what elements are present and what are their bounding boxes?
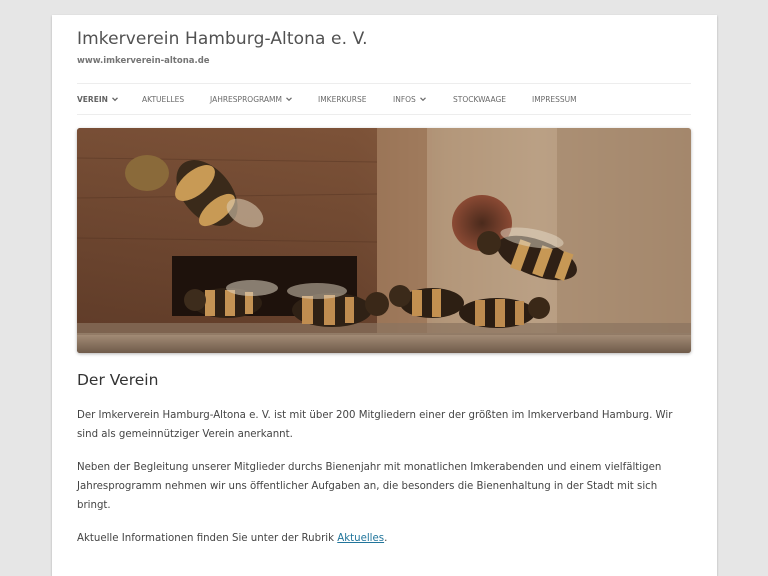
chevron-down-icon	[286, 97, 292, 102]
nav-item-infos[interactable]: Infos	[393, 84, 427, 114]
nav-item-label: Infos	[393, 94, 416, 104]
nav-item-imkerkurse[interactable]: Imkerkurse	[318, 84, 366, 114]
nav-item-label: Impressum	[532, 94, 577, 104]
aktuelles-link[interactable]: Aktuelles	[337, 533, 384, 544]
site-description: www.imkerverein-altona.de	[77, 56, 210, 66]
header-image	[77, 128, 691, 353]
bees-photo-icon	[77, 128, 691, 353]
paragraph-text: Aktuelle Informationen finden Sie unter …	[77, 533, 338, 544]
chevron-down-icon	[419, 97, 426, 102]
nav-item-stockwaage[interactable]: Stockwaage	[453, 84, 506, 114]
page-container: Imkerverein Hamburg-Altona e. V. www.imk…	[52, 15, 717, 576]
paragraph-text: .	[384, 533, 388, 544]
nav-item-label: Jahresprogramm	[210, 94, 282, 104]
entry-content: Der Imkerverein Hamburg-Altona e. V. ist…	[77, 406, 691, 562]
nav-item-label: Verein	[77, 94, 108, 104]
paragraph: Der Imkerverein Hamburg-Altona e. V. ist…	[77, 410, 673, 440]
nav-item-impressum[interactable]: Impressum	[532, 84, 577, 114]
nav-item-aktuelles[interactable]: Aktuelles	[142, 84, 184, 114]
nav-item-label: Aktuelles	[142, 94, 185, 104]
main-navigation: Verein Aktuelles Jahresprogramm Imkerkur…	[77, 83, 691, 115]
nav-item-label: Imkerkurse	[318, 94, 367, 104]
nav-item-verein[interactable]: Verein	[77, 84, 119, 114]
site-title[interactable]: Imkerverein Hamburg-Altona e. V.	[77, 29, 368, 49]
paragraph: Aktuelle Informationen finden Sie unter …	[77, 529, 691, 548]
page-title: Der Verein	[77, 371, 159, 389]
chevron-down-icon	[111, 97, 118, 102]
nav-item-jahresprogramm[interactable]: Jahresprogramm	[210, 84, 293, 114]
paragraph: Neben der Begleitung unserer Mitglieder …	[77, 462, 662, 511]
nav-item-label: Stockwaage	[453, 94, 507, 104]
